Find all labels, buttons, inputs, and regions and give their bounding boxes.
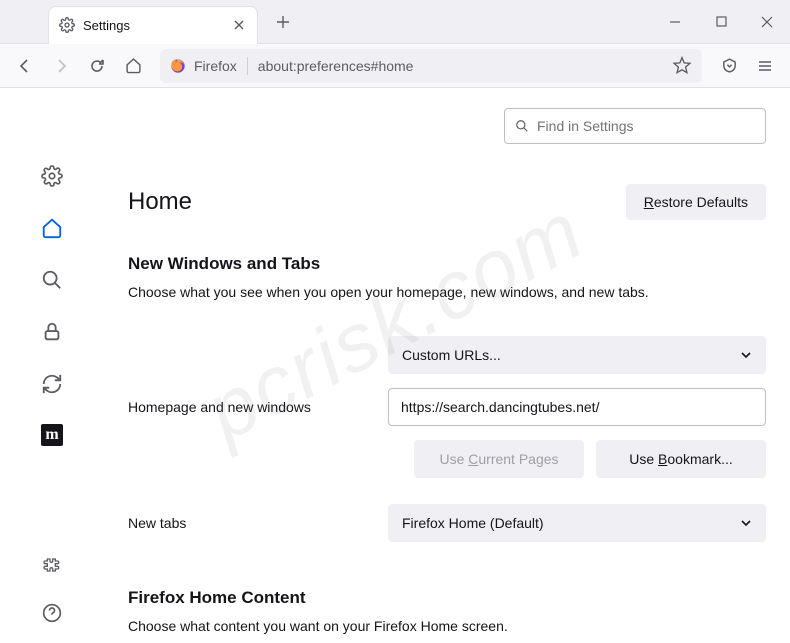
url-text: about:preferences#home	[258, 58, 672, 74]
chevron-down-icon	[740, 349, 752, 361]
firefox-logo-icon	[170, 58, 186, 74]
new-tab-button[interactable]	[268, 7, 298, 37]
find-settings-placeholder: Find in Settings	[537, 118, 634, 134]
homepage-label: Homepage and new windows	[128, 399, 388, 415]
bookmark-star-icon[interactable]	[672, 56, 692, 76]
main-content: Find in Settings Home Restore Defaults N…	[104, 88, 790, 643]
url-separator	[247, 57, 248, 75]
home-button[interactable]	[116, 49, 150, 83]
save-pocket-button[interactable]	[712, 49, 746, 83]
browser-tab[interactable]: Settings	[48, 6, 258, 44]
homepage-mode-dropdown[interactable]: Custom URLs...	[388, 336, 766, 374]
newtabs-value: Firefox Home (Default)	[402, 515, 544, 531]
page-title: Home	[128, 188, 192, 216]
homepage-mode-value: Custom URLs...	[402, 347, 501, 363]
tab-title: Settings	[83, 18, 231, 33]
sidebar-help[interactable]	[40, 601, 64, 625]
section-new-windows-desc: Choose what you see when you open your h…	[128, 284, 766, 300]
minimize-button[interactable]	[652, 0, 698, 44]
gear-icon	[59, 17, 75, 33]
use-bookmark-button[interactable]: Use Bookmark...	[596, 440, 766, 478]
back-button[interactable]	[8, 49, 42, 83]
window-controls	[652, 0, 790, 44]
use-current-page-button: Use Current Pages	[414, 440, 584, 478]
url-bar[interactable]: Firefox about:preferences#home	[160, 49, 702, 83]
reload-button[interactable]	[80, 49, 114, 83]
find-settings-input[interactable]: Find in Settings	[504, 108, 766, 144]
url-brand: Firefox	[194, 58, 237, 74]
section-new-windows-heading: New Windows and Tabs	[128, 254, 766, 274]
sidebar-search[interactable]	[40, 268, 64, 292]
maximize-button[interactable]	[698, 0, 744, 44]
homepage-url-input[interactable]	[388, 388, 766, 426]
app-menu-button[interactable]	[748, 49, 782, 83]
sidebar-extensions[interactable]	[40, 553, 64, 577]
section-home-content-heading: Firefox Home Content	[128, 588, 766, 608]
sidebar-more[interactable]: m	[41, 424, 63, 446]
newtabs-label: New tabs	[128, 515, 388, 531]
close-window-button[interactable]	[744, 0, 790, 44]
sidebar-home[interactable]	[40, 216, 64, 240]
sidebar-privacy[interactable]	[40, 320, 64, 344]
forward-button	[44, 49, 78, 83]
sidebar-sync[interactable]	[40, 372, 64, 396]
search-icon	[515, 119, 529, 133]
newtabs-dropdown[interactable]: Firefox Home (Default)	[388, 504, 766, 542]
section-home-content-desc: Choose what content you want on your Fir…	[128, 618, 766, 634]
chevron-down-icon	[740, 517, 752, 529]
titlebar: Settings	[0, 0, 790, 44]
restore-defaults-button[interactable]: Restore Defaults	[626, 184, 766, 220]
sidebar-general[interactable]	[40, 164, 64, 188]
sidebar: m	[0, 88, 104, 643]
toolbar: Firefox about:preferences#home	[0, 44, 790, 88]
close-icon[interactable]	[231, 17, 247, 33]
